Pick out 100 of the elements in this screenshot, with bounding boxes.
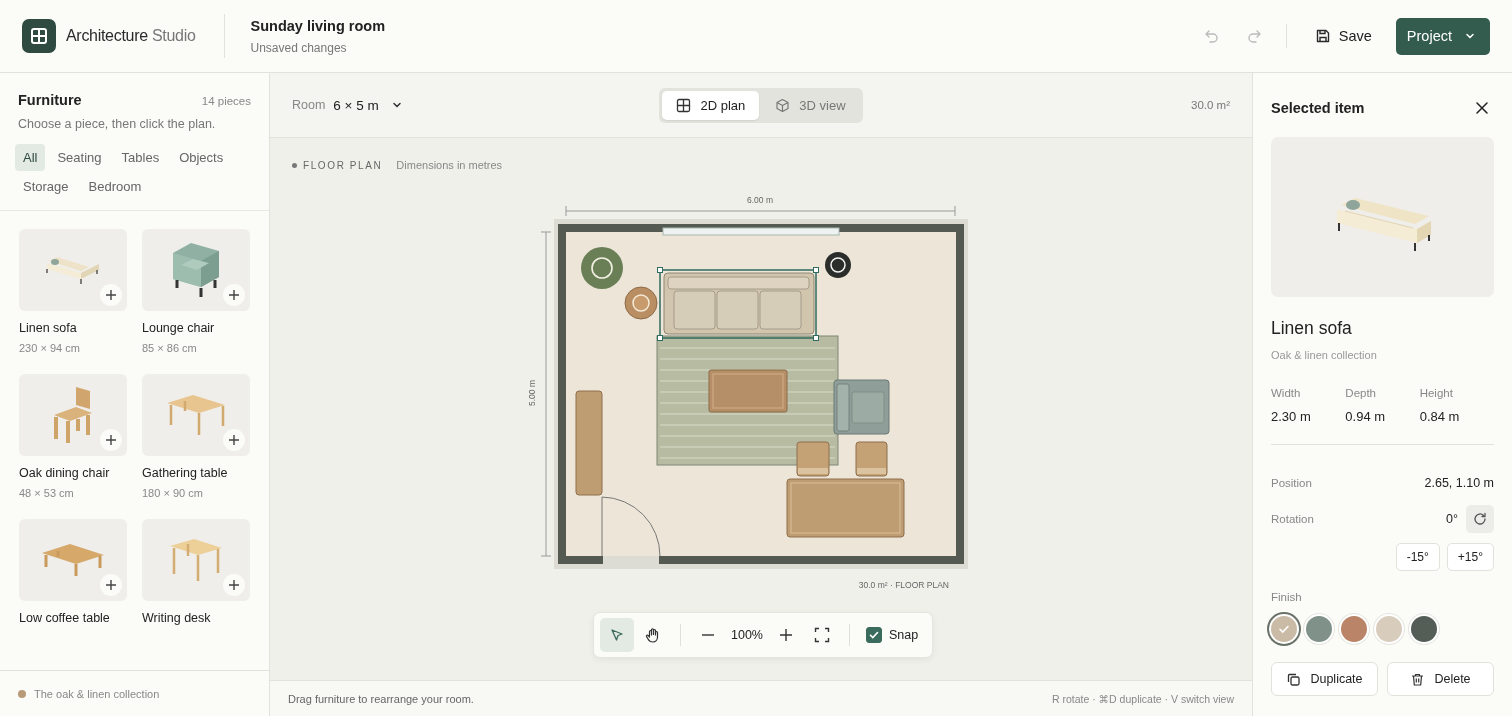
dimension-label: Height <box>1419 387 1454 399</box>
save-button[interactable]: Save <box>1302 18 1384 54</box>
plus-icon <box>228 289 240 301</box>
finish-swatch[interactable] <box>1411 616 1437 642</box>
keyboard-shortcuts: R rotate · ⌘D duplicate · V switch view <box>1051 692 1234 705</box>
room-size-dropdown[interactable]: 6 × 5 m <box>333 91 403 119</box>
sofa-drawing <box>45 254 101 286</box>
room-area: 30.0 m² <box>1050 99 1230 111</box>
duplicate-button[interactable]: Duplicate <box>1271 662 1378 696</box>
furniture-card[interactable]: Oak dining chair 48 × 53 cm <box>19 374 127 499</box>
panel-title: Selected item <box>1271 100 1365 116</box>
position-label: Position <box>1271 477 1312 489</box>
canvas-title: FLOOR PLAN <box>303 159 383 171</box>
furniture-card[interactable]: Lounge chair 85 × 86 cm <box>142 229 250 354</box>
plus-icon <box>228 579 240 591</box>
project-button[interactable]: Project <box>1395 17 1490 55</box>
filter-chip[interactable]: Objects <box>171 144 232 171</box>
plus-icon <box>105 289 117 301</box>
add-icon[interactable] <box>100 429 122 451</box>
view-tab[interactable]: 2D plan <box>662 90 760 120</box>
checkmark-icon <box>868 629 880 641</box>
dimension-label: Width <box>1271 387 1302 399</box>
finish-label: Finish <box>1271 591 1303 603</box>
redo-icon <box>1245 28 1262 44</box>
snap-label[interactable]: Snap <box>889 628 919 642</box>
add-icon[interactable] <box>100 574 122 596</box>
add-icon[interactable] <box>223 574 245 596</box>
sidebar-title: Furniture <box>18 92 82 108</box>
plus-icon <box>779 628 793 642</box>
rotation-value: 0° <box>1446 512 1458 526</box>
canvas-note: Dimensions in metres <box>396 159 503 171</box>
furniture-name: Gathering table <box>142 466 229 480</box>
filter-chip[interactable]: Tables <box>113 144 168 171</box>
filter-chip[interactable]: Seating <box>49 144 110 171</box>
armchair-drawing <box>171 241 221 299</box>
filter-chip[interactable]: Storage <box>15 173 77 200</box>
item-collection: Oak & linen collection <box>1271 349 1378 361</box>
floor-lamp <box>825 252 851 278</box>
plan-caption: 30.0 m² · FLOOR PLAN <box>858 580 949 590</box>
furniture-card[interactable]: Low coffee table <box>19 519 127 625</box>
furniture-card[interactable]: Gathering table 180 × 90 cm <box>142 374 250 499</box>
furniture-size: 85 × 86 cm <box>142 342 198 354</box>
stool <box>796 441 830 477</box>
plus-icon <box>105 434 117 446</box>
grid-icon <box>676 97 692 113</box>
filter-chip[interactable]: All <box>15 144 46 171</box>
stool <box>855 441 888 477</box>
door-swing <box>601 496 661 557</box>
sidebar-hint: Choose a piece, then click the plan. <box>17 117 217 131</box>
logo-icon <box>22 19 56 53</box>
room-label: Room <box>292 98 326 112</box>
dimension-value: 0.94 m <box>1345 409 1387 424</box>
furniture-card[interactable]: Linen sofa 230 × 94 cm <box>19 229 127 354</box>
armchair <box>833 379 890 435</box>
app-name: Architecture Studio <box>66 27 196 45</box>
copy-icon <box>1286 671 1302 687</box>
document-title: Sunday living room <box>250 17 386 34</box>
plus-icon <box>105 579 117 591</box>
add-icon[interactable] <box>100 284 122 306</box>
close-icon <box>1475 101 1489 115</box>
rotate-button[interactable] <box>1466 505 1494 533</box>
status-hint: Drag furniture to rearrange your room. <box>288 692 474 705</box>
add-icon[interactable] <box>223 284 245 306</box>
width-dimension: 6.00 m <box>747 195 773 205</box>
rotate-step-button[interactable]: -15° <box>1395 543 1440 571</box>
delete-button[interactable]: Delete <box>1387 662 1494 696</box>
view-tab[interactable]: 3D view <box>761 90 860 120</box>
trash-icon <box>1410 671 1426 687</box>
add-icon[interactable] <box>223 429 245 451</box>
finish-swatch[interactable] <box>1306 616 1332 642</box>
furniture-size: 230 × 94 cm <box>19 342 81 354</box>
rotate-icon <box>1472 511 1488 527</box>
save-status: Unsaved changes <box>250 40 348 55</box>
furniture-card[interactable]: Writing desk <box>142 519 250 625</box>
snap-checkbox[interactable] <box>866 627 882 643</box>
finish-swatch[interactable] <box>1271 616 1297 642</box>
rotate-step-button[interactable]: +15° <box>1446 543 1494 571</box>
expand-icon <box>814 627 830 643</box>
rotation-label: Rotation <box>1271 513 1314 525</box>
side-table <box>624 286 658 320</box>
filter-chip[interactable]: Bedroom <box>80 173 150 200</box>
position-value: 2.65, 1.10 m <box>1424 476 1494 490</box>
furniture-name: Lounge chair <box>142 321 216 335</box>
dimension-value: 0.84 m <box>1419 409 1461 424</box>
collection-name: The oak & linen collection <box>34 687 160 700</box>
furniture-name: Oak dining chair <box>19 466 111 480</box>
furniture-size: 48 × 53 cm <box>19 487 75 499</box>
plant <box>581 247 623 289</box>
furniture-name: Linen sofa <box>19 321 78 335</box>
cursor-icon <box>609 627 625 643</box>
dimension-value: 2.30 m <box>1271 409 1312 424</box>
finish-swatch[interactable] <box>1341 616 1367 642</box>
piece-count: 14 pieces <box>201 95 251 107</box>
depth-dimension: 5.00 m <box>527 380 537 406</box>
chair-drawing <box>52 385 94 445</box>
undo-icon <box>1203 28 1220 44</box>
item-name: Linen sofa <box>1271 318 1353 339</box>
zoom-level: 100% <box>730 628 764 642</box>
finish-swatch[interactable] <box>1376 616 1402 642</box>
furniture-name: Writing desk <box>142 611 212 625</box>
